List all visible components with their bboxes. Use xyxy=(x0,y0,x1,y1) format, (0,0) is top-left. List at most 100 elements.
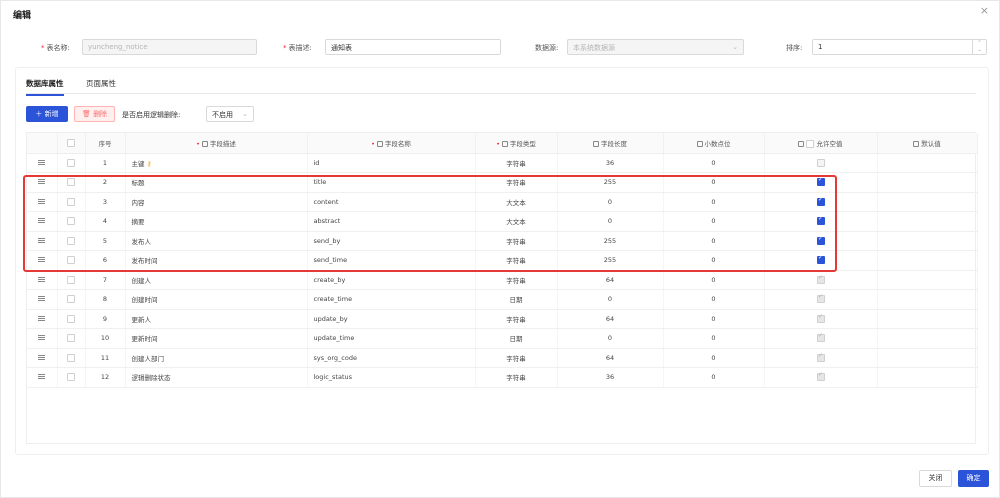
cell-type[interactable]: 字符串 xyxy=(475,367,558,388)
cell-nullable[interactable] xyxy=(764,270,878,290)
cell-nullable[interactable] xyxy=(764,192,878,212)
cell-name[interactable]: abstract xyxy=(307,211,476,232)
cell-name[interactable]: id xyxy=(307,153,476,173)
cell-nullable[interactable] xyxy=(764,172,878,193)
cell-decimal[interactable]: 0 xyxy=(663,348,765,368)
cell-default[interactable] xyxy=(877,231,978,251)
cell-nullable[interactable] xyxy=(764,231,878,251)
cell-decimal[interactable]: 0 xyxy=(663,250,765,271)
cell-default[interactable] xyxy=(877,211,978,232)
drag-handle-icon[interactable] xyxy=(27,328,58,349)
cell-name[interactable]: content xyxy=(307,192,476,212)
cell-nullable[interactable] xyxy=(764,367,878,388)
row-checkbox[interactable] xyxy=(57,172,86,193)
cell-decimal[interactable]: 0 xyxy=(663,367,765,388)
cell-length[interactable]: 255 xyxy=(557,250,664,271)
cell-nullable[interactable] xyxy=(764,211,878,232)
cancel-button[interactable]: 关闭 xyxy=(919,470,952,487)
cell-decimal[interactable]: 0 xyxy=(663,231,765,251)
cell-desc[interactable]: 摘要 xyxy=(125,211,308,232)
cell-default[interactable] xyxy=(877,192,978,212)
cell-type[interactable]: 日期 xyxy=(475,328,558,349)
cell-type[interactable]: 字符串 xyxy=(475,270,558,290)
cell-type[interactable]: 字符串 xyxy=(475,153,558,173)
cell-length[interactable]: 36 xyxy=(557,153,664,173)
delete-button[interactable]: 🗑 删除 xyxy=(74,106,115,122)
cell-default[interactable] xyxy=(877,309,978,329)
cell-name[interactable]: send_time xyxy=(307,250,476,271)
cell-nullable[interactable] xyxy=(764,348,878,368)
drag-handle-icon[interactable] xyxy=(27,231,58,251)
cell-default[interactable] xyxy=(877,367,978,388)
row-checkbox[interactable] xyxy=(57,289,86,310)
sort-input[interactable]: 1 ⌃ ⌄ xyxy=(812,39,987,55)
cell-nullable[interactable] xyxy=(764,250,878,271)
cell-decimal[interactable]: 0 xyxy=(663,270,765,290)
cell-decimal[interactable]: 0 xyxy=(663,211,765,232)
cell-nullable[interactable] xyxy=(764,328,878,349)
datasource-select[interactable]: 本系统数据源 ⌄ xyxy=(567,39,744,55)
cell-default[interactable] xyxy=(877,289,978,310)
stepper-icon[interactable]: ⌃ ⌄ xyxy=(972,40,986,54)
cell-type[interactable]: 字符串 xyxy=(475,348,558,368)
cell-desc[interactable]: 更新人 xyxy=(125,309,308,329)
cell-default[interactable] xyxy=(877,250,978,271)
cell-type[interactable]: 日期 xyxy=(475,289,558,310)
select-all-checkbox[interactable] xyxy=(57,133,86,154)
cell-desc[interactable]: 内容 xyxy=(125,192,308,212)
cell-default[interactable] xyxy=(877,153,978,173)
cell-desc[interactable]: 更新时间 xyxy=(125,328,308,349)
table-name-input[interactable]: yuncheng_notice xyxy=(82,39,257,55)
row-checkbox[interactable] xyxy=(57,348,86,368)
row-checkbox[interactable] xyxy=(57,367,86,388)
cell-desc[interactable]: 创建时间 xyxy=(125,289,308,310)
cell-name[interactable]: update_by xyxy=(307,309,476,329)
cell-desc[interactable]: 逻辑删除状态 xyxy=(125,367,308,388)
cell-length[interactable]: 64 xyxy=(557,309,664,329)
cell-length[interactable]: 0 xyxy=(557,211,664,232)
cell-default[interactable] xyxy=(877,348,978,368)
cell-nullable[interactable] xyxy=(764,289,878,310)
row-checkbox[interactable] xyxy=(57,328,86,349)
cell-type[interactable]: 大文本 xyxy=(475,192,558,212)
ok-button[interactable]: 确定 xyxy=(958,470,989,487)
cell-length[interactable]: 0 xyxy=(557,192,664,212)
cell-length[interactable]: 255 xyxy=(557,231,664,251)
cell-name[interactable]: update_time xyxy=(307,328,476,349)
cell-name[interactable]: title xyxy=(307,172,476,193)
cell-name[interactable]: logic_status xyxy=(307,367,476,388)
cell-desc[interactable]: 标题 xyxy=(125,172,308,193)
cell-name[interactable]: create_time xyxy=(307,289,476,310)
cell-name[interactable]: send_by xyxy=(307,231,476,251)
cell-desc[interactable]: 发布时间 xyxy=(125,250,308,271)
cell-type[interactable]: 字符串 xyxy=(475,309,558,329)
cell-length[interactable]: 0 xyxy=(557,289,664,310)
cell-length[interactable]: 64 xyxy=(557,270,664,290)
cell-default[interactable] xyxy=(877,270,978,290)
drag-handle-icon[interactable] xyxy=(27,289,58,310)
cell-length[interactable]: 255 xyxy=(557,172,664,193)
drag-handle-icon[interactable] xyxy=(27,309,58,329)
close-icon[interactable]: × xyxy=(980,4,989,17)
cell-length[interactable]: 64 xyxy=(557,348,664,368)
drag-handle-icon[interactable] xyxy=(27,153,58,173)
cell-type[interactable]: 字符串 xyxy=(475,231,558,251)
cell-type[interactable]: 字符串 xyxy=(475,172,558,193)
drag-handle-icon[interactable] xyxy=(27,270,58,290)
cell-decimal[interactable]: 0 xyxy=(663,309,765,329)
row-checkbox[interactable] xyxy=(57,309,86,329)
row-checkbox[interactable] xyxy=(57,250,86,271)
drag-handle-icon[interactable] xyxy=(27,367,58,388)
row-checkbox[interactable] xyxy=(57,153,86,173)
tab-page-props[interactable]: 页面属性 xyxy=(86,78,116,94)
cell-decimal[interactable]: 0 xyxy=(663,289,765,310)
nullable-all-checkbox[interactable] xyxy=(806,139,815,148)
cell-decimal[interactable]: 0 xyxy=(663,172,765,193)
cell-name[interactable]: create_by xyxy=(307,270,476,290)
drag-handle-icon[interactable] xyxy=(27,348,58,368)
tab-database-props[interactable]: 数据库属性 xyxy=(26,78,64,96)
drag-handle-icon[interactable] xyxy=(27,192,58,212)
cell-type[interactable]: 字符串 xyxy=(475,250,558,271)
cell-desc[interactable]: 创建人 xyxy=(125,270,308,290)
cell-desc[interactable]: 创建人部门 xyxy=(125,348,308,368)
